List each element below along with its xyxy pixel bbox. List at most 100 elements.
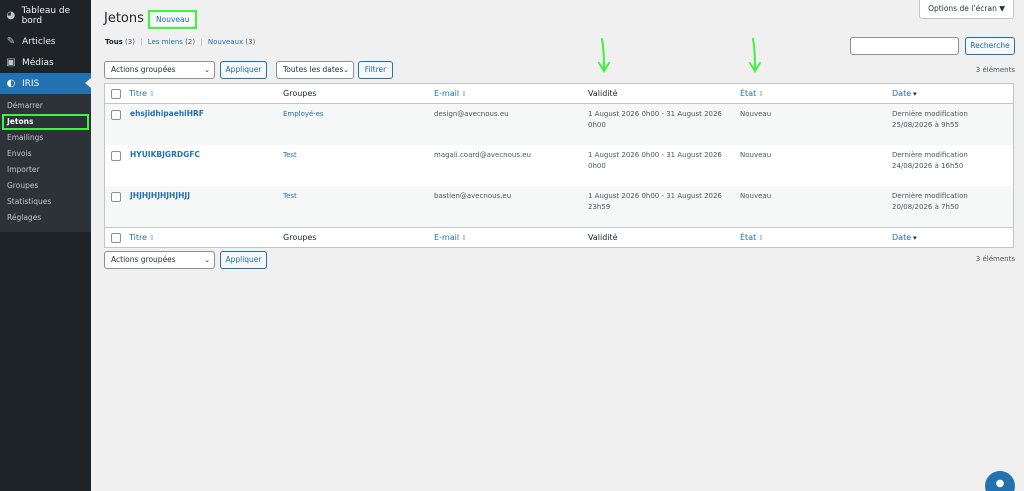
date-value: Dernière modification 20/08/2026 à 7h50 [892, 191, 968, 213]
menu-label: Médias [22, 57, 54, 68]
submenu-item-import[interactable]: Importer [0, 162, 91, 178]
submenu-item-settings[interactable]: Réglages [0, 210, 91, 226]
submenu-item-groups[interactable]: Groupes [0, 178, 91, 194]
date-filter-select[interactable]: Toutes les dates ⌄ [276, 61, 354, 79]
group-link[interactable]: Test [283, 192, 297, 200]
token-title-link[interactable]: ehsjidhipaehiHRF [130, 109, 204, 118]
column-state-footer[interactable]: État ⇕ [740, 233, 764, 242]
chevron-down-icon: ⌄ [204, 66, 210, 74]
column-title-header[interactable]: Titre ⇕ [129, 89, 155, 98]
sort-icon: ⇕ [461, 234, 467, 242]
bulk-actions-select-bottom[interactable]: Actions groupées ⌄ [104, 251, 215, 269]
validity-line: 1 August 2026 0h00 - 31 August 2026 [588, 110, 722, 118]
column-groups-header: Groupes [283, 89, 317, 98]
validity-line: 1 August 2026 0h00 - 31 August 2026 [588, 151, 722, 159]
media-icon: ▣ [6, 57, 16, 68]
submenu-item-start[interactable]: Démarrer [0, 98, 91, 114]
column-title-footer[interactable]: Titre ⇕ [129, 233, 155, 242]
state-value: Nouveau [740, 151, 772, 159]
view-mine-count: (2) [185, 38, 196, 46]
menu-item-media[interactable]: ▣ Médias [0, 52, 91, 73]
menu-item-dashboard[interactable]: ◕ Tableau de bord [0, 5, 91, 26]
header-label: Date [892, 89, 912, 98]
view-mine-link[interactable]: Les miens [148, 38, 183, 46]
pin-icon: ✎ [6, 36, 16, 47]
table-row: HYUIKBJGRDGFC Test magali.coard@avecnous… [105, 145, 1013, 186]
validity-line: 23h59 [588, 203, 611, 211]
date-value: Dernière modification 25/08/2026 à 9h55 [892, 109, 968, 131]
column-date-header[interactable]: Date ▾ [892, 89, 917, 98]
column-email-header[interactable]: E-mail ⇕ [434, 89, 467, 98]
bulk-actions-value: Actions groupées [111, 65, 176, 74]
sort-icon: ⇕ [149, 234, 155, 242]
date-label: Dernière modification [892, 110, 968, 118]
bulk-actions-value: Actions groupées [111, 255, 176, 264]
column-email-footer[interactable]: E-mail ⇕ [434, 233, 467, 242]
header-label: Date [892, 233, 912, 242]
column-date-footer[interactable]: Date ▾ [892, 233, 917, 242]
menu-item-iris[interactable]: ◐ IRIS [0, 73, 91, 94]
column-validity-header: Validité [588, 89, 618, 98]
group-link[interactable]: Test [283, 151, 297, 159]
table-row: JHJHJHJHJHJHJJ Test bastien@avecnous.eu … [105, 186, 1013, 227]
search-button[interactable]: Recherche [965, 37, 1015, 55]
date-line: 25/08/2026 à 9h55 [892, 121, 959, 129]
state-value: Nouveau [740, 110, 772, 118]
row-checkbox[interactable] [111, 192, 121, 202]
validity-value: 1 August 2026 0h00 - 31 August 2026 0h00 [588, 150, 722, 172]
arrow-down-annotation [598, 38, 610, 73]
search-input[interactable] [850, 37, 959, 55]
chat-bubble-icon[interactable]: ● [985, 471, 1015, 491]
menu-label: Articles [22, 36, 56, 47]
submenu-item-emailings[interactable]: Emailings [0, 130, 91, 146]
row-checkbox[interactable] [111, 110, 121, 120]
submenu-item-statistics[interactable]: Statistiques [0, 194, 91, 210]
main-content: Options de l’écran ▼ Jetons Nouveau Tous… [91, 0, 1024, 491]
column-validity-footer: Validité [588, 233, 618, 242]
email-value: bastien@avecnous.eu [434, 192, 512, 200]
bulk-actions-select-top[interactable]: Actions groupées ⌄ [104, 61, 215, 79]
row-checkbox[interactable] [111, 151, 121, 161]
select-all-checkbox-footer[interactable] [111, 233, 121, 243]
column-state-header[interactable]: État ⇕ [740, 89, 764, 98]
header-label: État [740, 233, 757, 242]
view-all-count: (3) [125, 38, 135, 46]
table-row: ehsjidhipaehiHRF Employé·es design@avecn… [105, 104, 1013, 145]
menu-label: Tableau de bord [21, 5, 71, 26]
submenu-item-sends[interactable]: Envois [0, 146, 91, 162]
filter-button[interactable]: Filtrer [358, 61, 393, 79]
menu-item-articles[interactable]: ✎ Articles [0, 31, 91, 52]
column-groups-footer: Groupes [283, 233, 317, 242]
iris-submenu: Démarrer Jetons Emailings Envois Importe… [0, 94, 91, 232]
select-all-checkbox[interactable] [111, 89, 121, 99]
email-value: design@avecnous.eu [434, 110, 509, 118]
iris-icon: ◐ [6, 78, 16, 89]
sort-icon: ⇕ [758, 90, 765, 98]
submenu-item-tokens[interactable]: Jetons [2, 114, 89, 130]
add-new-button[interactable]: Nouveau [148, 10, 198, 29]
date-label: Dernière modification [892, 151, 968, 159]
arrow-down-annotation [749, 38, 761, 73]
separator: | [140, 38, 143, 46]
view-all-link[interactable]: Tous [105, 38, 123, 46]
chevron-down-icon: ⌄ [204, 256, 210, 264]
apply-button-bottom[interactable]: Appliquer [220, 251, 267, 269]
separator: | [200, 38, 203, 46]
admin-sidebar: ◕ Tableau de bord ✎ Articles ▣ Médias ◐ … [0, 0, 91, 491]
date-line: 20/08/2026 à 7h50 [892, 203, 959, 211]
tokens-table: Titre ⇕ Groupes E-mail ⇕ Validité État ⇕ Da… [104, 83, 1014, 248]
view-new-link[interactable]: Nouveaux [208, 38, 243, 46]
sort-icon: ⇕ [149, 90, 155, 98]
page-title: Jetons [104, 11, 144, 26]
validity-value: 1 August 2026 0h00 - 31 August 2026 0h00 [588, 109, 722, 131]
validity-line: 0h00 [588, 162, 606, 170]
token-title-link[interactable]: HYUIKBJGRDGFC [130, 150, 200, 159]
group-link[interactable]: Employé·es [283, 110, 324, 118]
apply-button-top[interactable]: Appliquer [220, 61, 267, 79]
sort-icon: ⇕ [461, 90, 467, 98]
items-count-bottom: 3 éléments [975, 255, 1015, 263]
items-count-top: 3 éléments [975, 66, 1015, 74]
screen-options-button[interactable]: Options de l’écran ▼ [919, 0, 1014, 19]
token-title-link[interactable]: JHJHJHJHJHJHJJ [130, 191, 190, 200]
chevron-down-icon: ⌄ [343, 66, 349, 74]
